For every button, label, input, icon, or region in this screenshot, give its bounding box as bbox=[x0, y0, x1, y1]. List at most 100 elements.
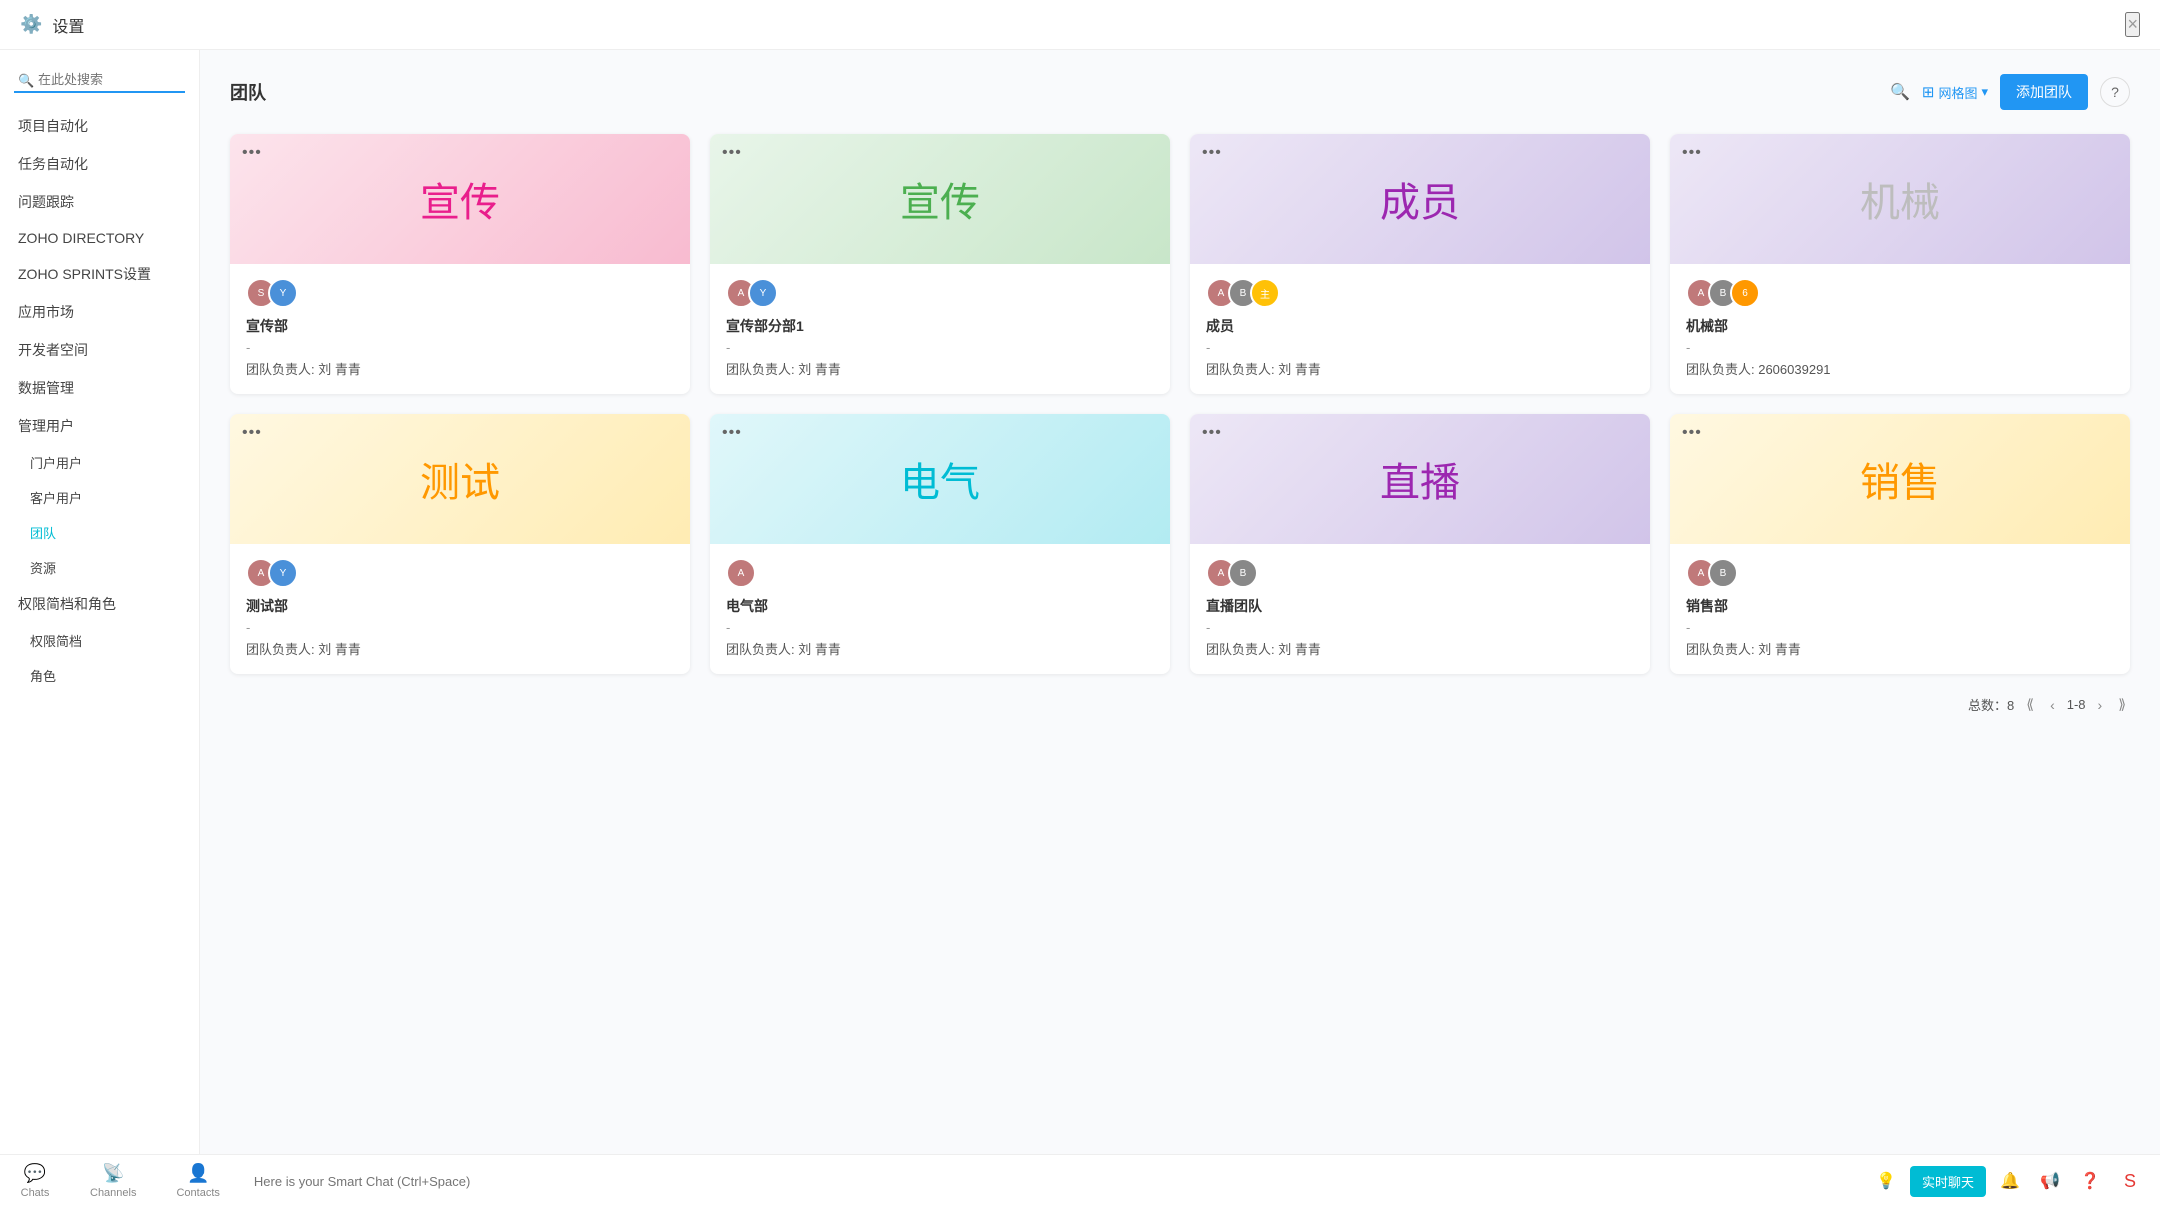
first-page-button[interactable]: ⟪ bbox=[2022, 694, 2038, 715]
team-card-avatars: AB bbox=[1686, 558, 2114, 588]
team-card-banner: ••• 成员 bbox=[1190, 134, 1650, 264]
team-card-avatars: AB6 bbox=[1686, 278, 2114, 308]
team-card-menu[interactable]: ••• bbox=[722, 144, 742, 162]
team-card-banner: ••• 宣传 bbox=[230, 134, 690, 264]
team-name: 直播团队 bbox=[1206, 596, 1634, 616]
contacts-icon: 👤 bbox=[187, 1163, 209, 1184]
last-page-button[interactable]: ⟫ bbox=[2114, 694, 2130, 715]
team-card-menu[interactable]: ••• bbox=[722, 424, 742, 442]
team-card-body: AY 宣传部分部1 - 团队负责人: 刘 青青 bbox=[710, 264, 1170, 394]
sidebar-item-zoho-sprints[interactable]: ZOHO SPRINTS设置 bbox=[0, 255, 199, 293]
team-card-zhibo[interactable]: ••• 直播 AB 直播团队 - 团队负责人: 刘 青青 bbox=[1190, 414, 1650, 674]
team-owner: 团队负责人: 刘 青青 bbox=[1206, 639, 1634, 658]
team-card-menu[interactable]: ••• bbox=[1682, 424, 1702, 442]
content-search-button[interactable]: 🔍 bbox=[1890, 82, 1910, 102]
sidebar-item-portal-users[interactable]: 门户用户 bbox=[0, 445, 199, 480]
team-card-body: AB主 成员 - 团队负责人: 刘 青青 bbox=[1190, 264, 1650, 394]
team-dash: - bbox=[1206, 340, 1634, 355]
team-banner-text: 直播 bbox=[1380, 450, 1460, 508]
smart-chat-input[interactable] bbox=[254, 1174, 1842, 1189]
broadcast-button[interactable]: 📢 bbox=[2034, 1165, 2066, 1197]
team-name: 宣传部 bbox=[246, 316, 674, 336]
help-chat-button[interactable]: ❓ bbox=[2074, 1165, 2106, 1197]
sidebar-item-team[interactable]: 团队 bbox=[0, 515, 199, 550]
header-title: 设置 bbox=[52, 13, 84, 37]
sidebar-item-app-market[interactable]: 应用市场 bbox=[0, 293, 199, 331]
nav-item-channels[interactable]: 📡 Channels bbox=[70, 1155, 156, 1207]
team-banner-text: 机械 bbox=[1860, 170, 1940, 228]
avatar: Y bbox=[748, 278, 778, 308]
team-banner-text: 宣传 bbox=[420, 170, 500, 228]
zoho-button[interactable]: S bbox=[2114, 1165, 2146, 1197]
main-layout: 🔍 项目自动化 任务自动化 问题跟踪 ZOHO DIRECTORY ZOHO S… bbox=[0, 50, 2160, 1154]
team-card-ceshi[interactable]: ••• 测试 AY 测试部 - 团队负责人: 刘 青青 bbox=[230, 414, 690, 674]
page-title: 团队 bbox=[230, 79, 266, 105]
sidebar-item-role[interactable]: 角色 bbox=[0, 658, 199, 693]
team-card-xuanchuan-sub[interactable]: ••• 宣传 AY 宣传部分部1 - 团队负责人: 刘 青青 bbox=[710, 134, 1170, 394]
search-input[interactable] bbox=[14, 68, 185, 93]
sidebar-item-dev-space[interactable]: 开发者空间 bbox=[0, 331, 199, 369]
team-card-xuanchuan[interactable]: ••• 宣传 SY 宣传部 - 团队负责人: 刘 青青 bbox=[230, 134, 690, 394]
next-page-button[interactable]: › bbox=[2094, 695, 2107, 715]
nav-item-contacts[interactable]: 👤 Contacts bbox=[156, 1155, 239, 1207]
header-left: ⚙️ 设置 bbox=[20, 13, 84, 37]
team-dash: - bbox=[246, 340, 674, 355]
sidebar-item-task-auto[interactable]: 任务自动化 bbox=[0, 145, 199, 183]
add-team-button[interactable]: 添加团队 bbox=[2000, 74, 2088, 110]
team-card-banner: ••• 直播 bbox=[1190, 414, 1650, 544]
team-card-avatars: AY bbox=[246, 558, 674, 588]
content-actions: 🔍 ⊞ 网格图 ▾ 添加团队 ? bbox=[1890, 74, 2130, 110]
lightbulb-button[interactable]: 💡 bbox=[1870, 1165, 1902, 1197]
team-card-body: AB6 机械部 - 团队负责人: 2606039291 bbox=[1670, 264, 2130, 394]
sidebar-item-perm-profile[interactable]: 权限简档 bbox=[0, 623, 199, 658]
prev-page-button[interactable]: ‹ bbox=[2046, 695, 2059, 715]
team-card-menu[interactable]: ••• bbox=[1202, 424, 1222, 442]
total-label: 总数：8 bbox=[1968, 695, 2014, 714]
sidebar: 🔍 项目自动化 任务自动化 问题跟踪 ZOHO DIRECTORY ZOHO S… bbox=[0, 50, 200, 1154]
team-name: 电气部 bbox=[726, 596, 1154, 616]
sidebar-item-client-users[interactable]: 客户用户 bbox=[0, 480, 199, 515]
team-card-jixie[interactable]: ••• 机械 AB6 机械部 - 团队负责人: 2606039291 bbox=[1670, 134, 2130, 394]
sidebar-item-data-mgmt[interactable]: 数据管理 bbox=[0, 369, 199, 407]
team-card-body: AY 测试部 - 团队负责人: 刘 青青 bbox=[230, 544, 690, 674]
nav-item-chats[interactable]: 💬 Chats bbox=[0, 1155, 70, 1207]
avatar: Y bbox=[268, 278, 298, 308]
team-card-chengyuan[interactable]: ••• 成员 AB主 成员 - 团队负责人: 刘 青青 bbox=[1190, 134, 1650, 394]
chat-input-area bbox=[240, 1174, 1856, 1189]
bottom-actions: 💡 实时聊天 🔔 📢 ❓ S bbox=[1856, 1165, 2160, 1197]
team-owner: 团队负责人: 刘 青青 bbox=[246, 639, 674, 658]
team-banner-text: 测试 bbox=[420, 450, 500, 508]
team-card-menu[interactable]: ••• bbox=[1202, 144, 1222, 162]
sidebar-item-manage-users[interactable]: 管理用户 bbox=[0, 407, 199, 445]
avatar: B bbox=[1228, 558, 1258, 588]
sidebar-item-resources[interactable]: 资源 bbox=[0, 550, 199, 585]
sidebar-item-perms[interactable]: 权限简档和角色 bbox=[0, 585, 199, 623]
help-button[interactable]: ? bbox=[2100, 77, 2130, 107]
bottom-nav: 💬 Chats 📡 Channels 👤 Contacts bbox=[0, 1155, 240, 1207]
team-owner: 团队负责人: 2606039291 bbox=[1686, 359, 2114, 378]
team-card-body: A 电气部 - 团队负责人: 刘 青青 bbox=[710, 544, 1170, 674]
avatar: A bbox=[726, 558, 756, 588]
team-card-xiaoshou[interactable]: ••• 销售 AB 销售部 - 团队负责人: 刘 青青 bbox=[1670, 414, 2130, 674]
team-card-avatars: AB bbox=[1206, 558, 1634, 588]
team-dash: - bbox=[246, 620, 674, 635]
team-card-menu[interactable]: ••• bbox=[242, 424, 262, 442]
team-banner-text: 销售 bbox=[1860, 450, 1940, 508]
team-card-dianqi[interactable]: ••• 电气 A 电气部 - 团队负责人: 刘 青青 bbox=[710, 414, 1170, 674]
team-name: 销售部 bbox=[1686, 596, 2114, 616]
view-toggle-button[interactable]: ⊞ 网格图 ▾ bbox=[1922, 83, 1988, 102]
team-card-menu[interactable]: ••• bbox=[242, 144, 262, 162]
realtime-chat-button[interactable]: 实时聊天 bbox=[1910, 1166, 1986, 1197]
team-owner: 团队负责人: 刘 青青 bbox=[1206, 359, 1634, 378]
team-card-banner: ••• 电气 bbox=[710, 414, 1170, 544]
notification-button[interactable]: 🔔 bbox=[1994, 1165, 2026, 1197]
sidebar-item-issue-track[interactable]: 问题跟踪 bbox=[0, 183, 199, 221]
team-banner-text: 宣传 bbox=[900, 170, 980, 228]
sidebar-item-zoho-dir[interactable]: ZOHO DIRECTORY bbox=[0, 221, 199, 255]
close-button[interactable]: × bbox=[2125, 12, 2140, 37]
team-name: 宣传部分部1 bbox=[726, 316, 1154, 336]
team-card-banner: ••• 机械 bbox=[1670, 134, 2130, 264]
team-card-menu[interactable]: ••• bbox=[1682, 144, 1702, 162]
sidebar-item-project-auto[interactable]: 项目自动化 bbox=[0, 107, 199, 145]
contacts-label: Contacts bbox=[176, 1187, 219, 1199]
